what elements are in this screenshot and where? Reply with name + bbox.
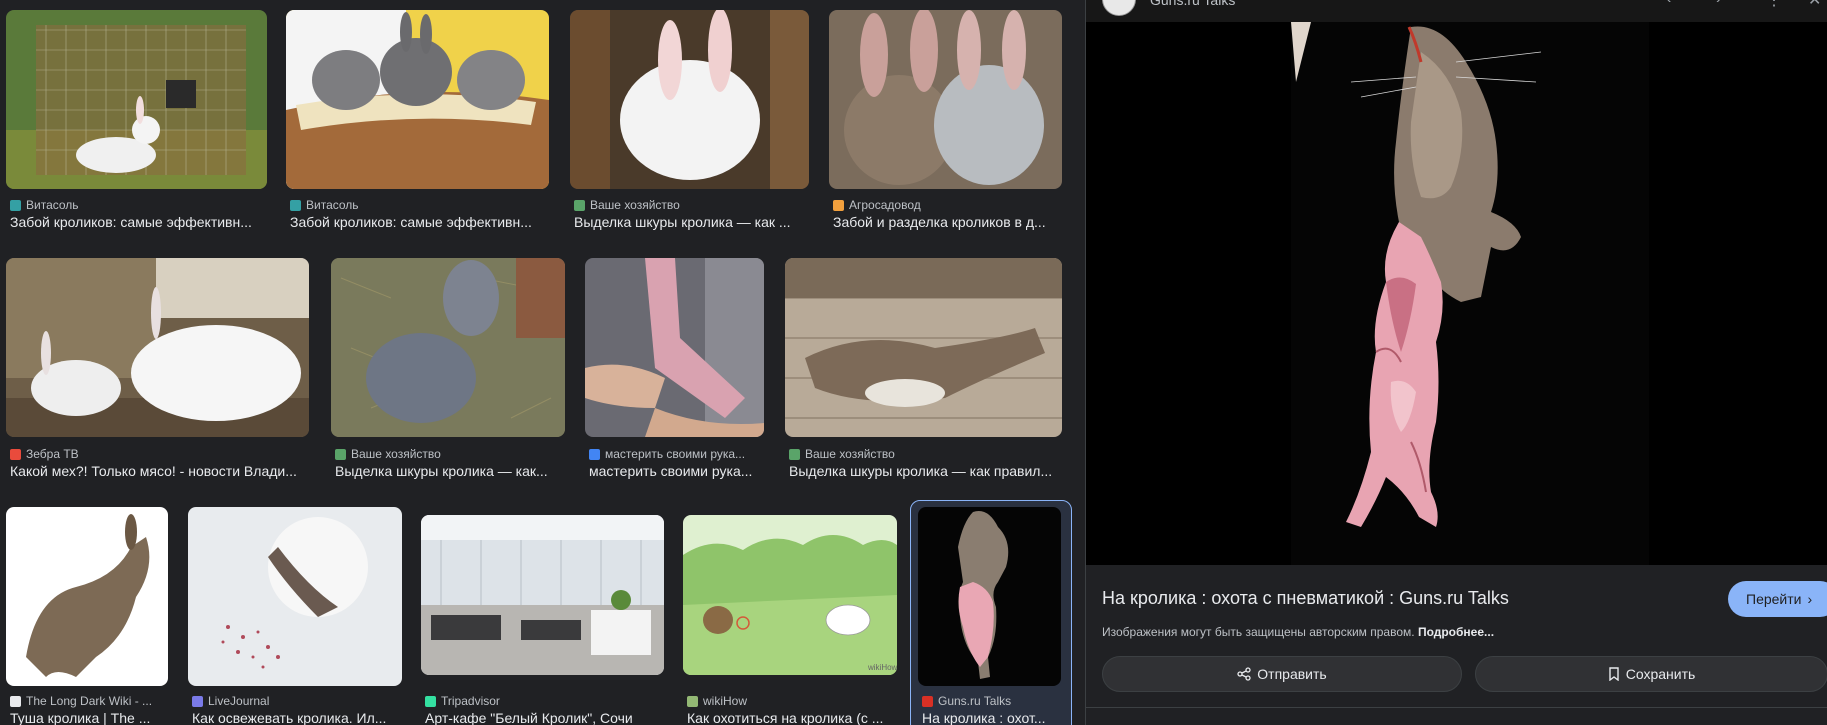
more-vert-icon[interactable]: ⋮ xyxy=(1766,0,1782,10)
result-source[interactable]: Витасоль xyxy=(290,197,359,213)
result-source[interactable]: Ваше хозяйство xyxy=(574,197,680,213)
result-source[interactable]: Guns.ru Talks xyxy=(922,693,1011,709)
site-favicon-icon xyxy=(335,448,346,460)
result-title[interactable]: Туша кролика | The ... xyxy=(10,710,168,725)
copyright-notice: Изображения могут быть защищены авторски… xyxy=(1102,625,1495,639)
site-favicon-icon xyxy=(922,695,933,707)
result-source[interactable]: LiveJournal xyxy=(192,693,269,709)
result-title[interactable]: Забой и разделка кроликов в д... xyxy=(833,214,1061,232)
divider xyxy=(1086,707,1827,708)
site-logo-icon[interactable] xyxy=(1102,0,1136,16)
result-title[interactable]: Забой кроликов: самые эффективн... xyxy=(290,214,548,232)
result-thumbnail[interactable] xyxy=(6,258,309,437)
result-thumbnail[interactable] xyxy=(785,258,1062,437)
result-title[interactable]: Выделка шкуры кролика — как правил... xyxy=(789,463,1061,481)
site-favicon-icon xyxy=(10,448,21,460)
result-source[interactable]: Агросадовод xyxy=(833,197,921,213)
site-favicon-icon xyxy=(589,448,600,460)
close-icon[interactable]: ✕ xyxy=(1808,0,1821,10)
image-preview-panel: Guns.ru Talks ‹ › ⋮ ✕ На кролика : охота… xyxy=(1085,0,1827,725)
preview-title[interactable]: На кролика : охота с пневматикой : Guns.… xyxy=(1102,588,1509,609)
site-favicon-icon xyxy=(687,695,698,707)
result-thumbnail[interactable] xyxy=(286,10,549,189)
bookmark-icon xyxy=(1609,667,1619,681)
site-favicon-icon xyxy=(833,199,844,211)
result-thumbnail[interactable] xyxy=(918,507,1061,686)
image-results-grid: Витасоль Забой кроликов: самые эффективн… xyxy=(0,0,1085,725)
result-title[interactable]: Выделка шкуры кролика — как... xyxy=(335,463,565,481)
learn-more-link[interactable]: Подробнее... xyxy=(1418,625,1494,639)
preview-site-name[interactable]: Guns.ru Talks xyxy=(1150,0,1235,8)
share-icon xyxy=(1237,667,1251,681)
result-source[interactable]: Витасоль xyxy=(10,197,79,213)
result-source[interactable]: The Long Dark Wiki - ... xyxy=(10,693,152,709)
chevron-right-icon: › xyxy=(1807,591,1813,607)
result-thumbnail[interactable] xyxy=(570,10,809,189)
result-thumbnail[interactable] xyxy=(421,515,664,675)
result-thumbnail[interactable] xyxy=(829,10,1062,189)
result-source[interactable]: Tripadvisor xyxy=(425,693,500,709)
site-favicon-icon xyxy=(10,695,21,707)
preview-image[interactable] xyxy=(1291,22,1649,565)
result-title[interactable]: мастерить своими рука... xyxy=(589,463,765,481)
svg-text:wikiHow: wikiHow xyxy=(867,663,897,672)
result-source[interactable]: Зебра ТВ xyxy=(10,446,79,462)
result-title[interactable]: Как охотиться на кролика (с ... xyxy=(687,710,897,725)
result-thumbnail[interactable] xyxy=(188,507,402,686)
site-favicon-icon xyxy=(290,199,301,211)
site-favicon-icon xyxy=(789,448,800,460)
share-button[interactable]: Отправить xyxy=(1102,656,1462,692)
result-thumbnail[interactable] xyxy=(6,10,267,189)
site-favicon-icon xyxy=(10,199,21,211)
chevron-right-icon[interactable]: › xyxy=(1716,0,1721,8)
result-source[interactable]: Ваше хозяйство xyxy=(335,446,441,462)
site-favicon-icon xyxy=(425,695,436,707)
result-thumbnail[interactable] xyxy=(6,507,168,686)
result-source[interactable]: wikiHow xyxy=(687,693,747,709)
result-thumbnail[interactable]: wikiHow xyxy=(683,515,897,675)
result-title[interactable]: Какой мех?! Только мясо! - новости Влади… xyxy=(10,463,310,481)
result-title[interactable]: Как освежевать кролика. Ил... xyxy=(192,710,402,725)
result-title[interactable]: Забой кроликов: самые эффективн... xyxy=(10,214,268,232)
chevron-left-icon[interactable]: ‹ xyxy=(1666,0,1671,8)
result-title[interactable]: Арт-кафе "Белый Кролик", Сочи xyxy=(425,710,665,725)
result-thumbnail[interactable] xyxy=(331,258,565,437)
site-favicon-icon xyxy=(192,695,203,707)
site-favicon-icon xyxy=(574,199,585,211)
save-button[interactable]: Сохранить xyxy=(1475,656,1827,692)
result-source[interactable]: Ваше хозяйство xyxy=(789,446,895,462)
result-title[interactable]: На кролика : охот... xyxy=(922,710,1062,725)
result-title[interactable]: Выделка шкуры кролика — как ... xyxy=(574,214,810,232)
result-thumbnail[interactable] xyxy=(585,258,764,437)
result-source[interactable]: мастерить своими рука... xyxy=(589,446,745,462)
visit-button[interactable]: Перейти › xyxy=(1728,581,1827,617)
preview-header: Guns.ru Talks ‹ › ⋮ ✕ xyxy=(1086,0,1827,22)
